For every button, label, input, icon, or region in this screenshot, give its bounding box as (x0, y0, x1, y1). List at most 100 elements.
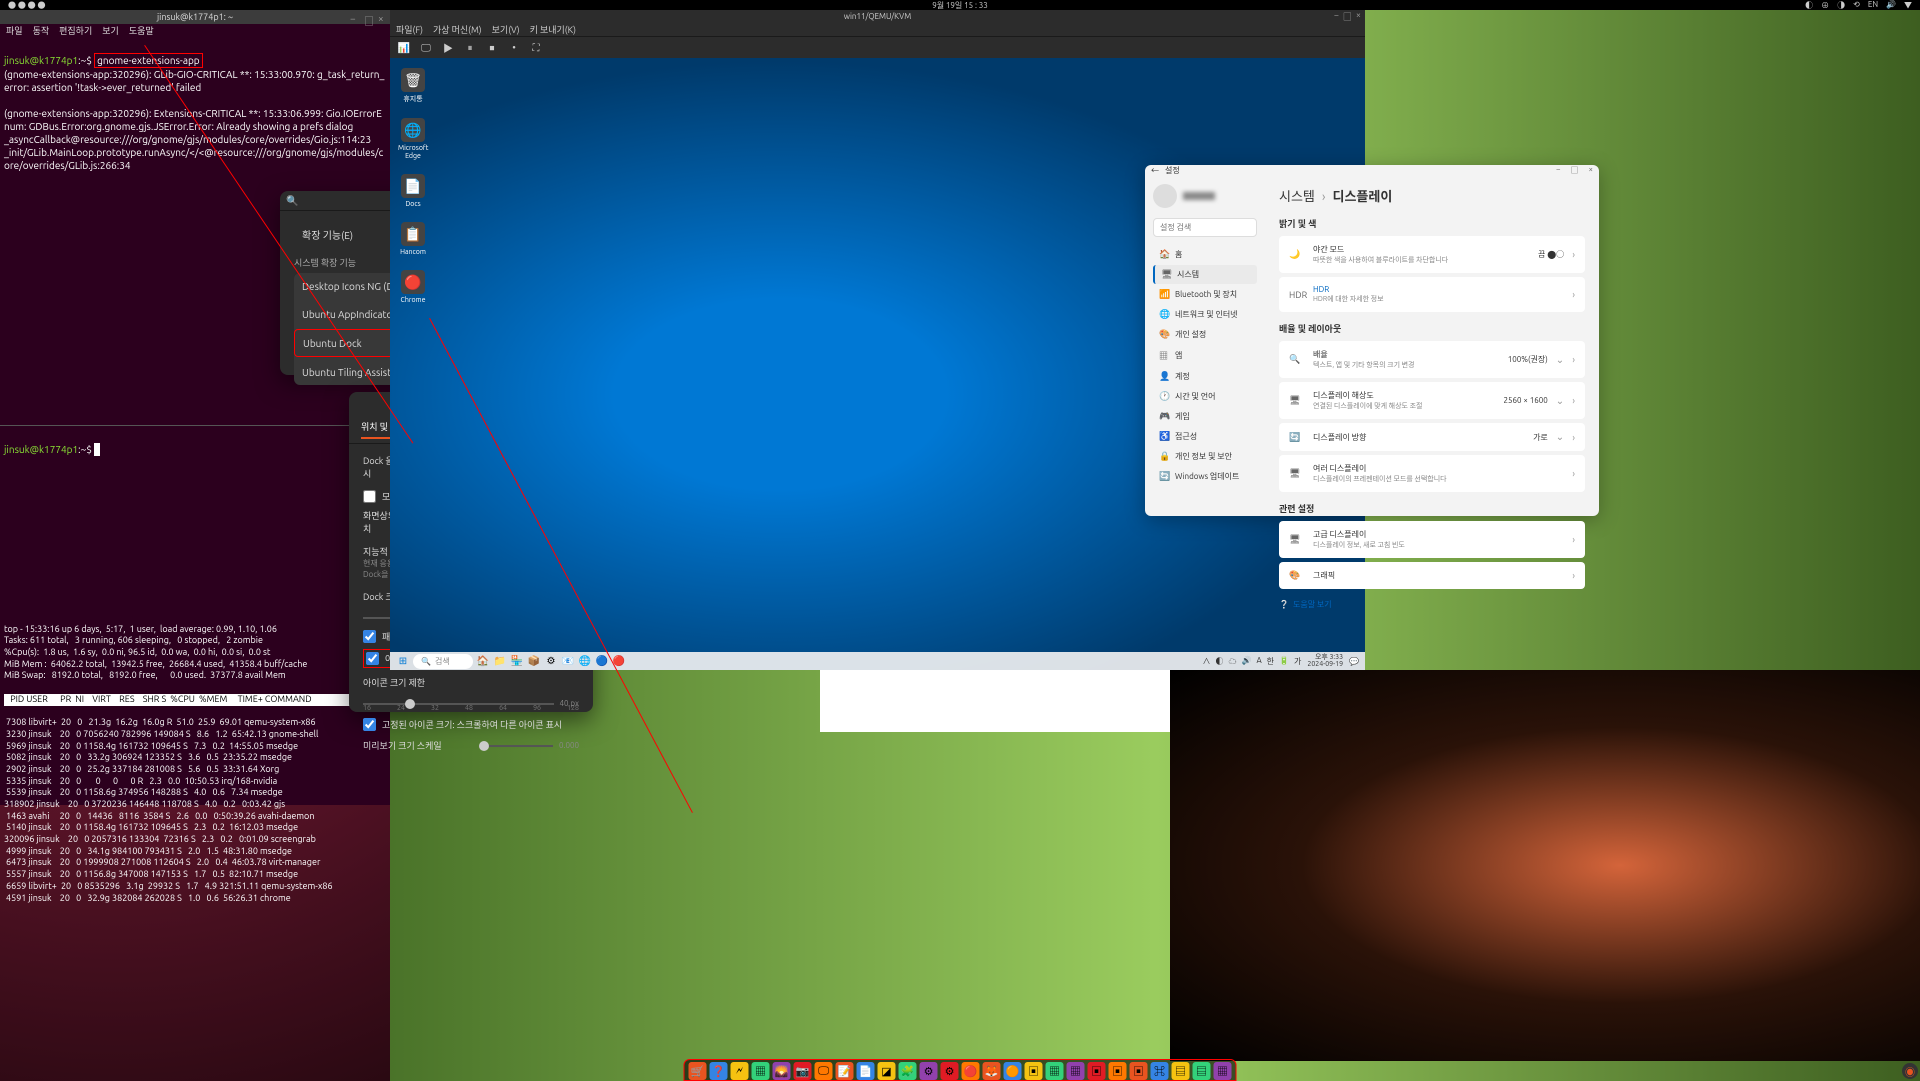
settings-nav-item[interactable]: 🔒개인 정보 및 보안 (1153, 447, 1257, 466)
fixed-icon-size-checkbox[interactable] (363, 718, 376, 731)
settings-nav-item[interactable]: ♿접근성 (1153, 427, 1257, 446)
dock-app-icon[interactable]: ▣ (1025, 1062, 1043, 1080)
taskbar-app-icon[interactable]: 🏠 (476, 654, 490, 668)
menu-action[interactable]: 동작 (33, 24, 50, 38)
all-monitors-checkbox[interactable] (363, 490, 376, 503)
tray-icon[interactable]: ☁ (1229, 656, 1237, 667)
taskbar-app-icon[interactable]: 📁 (493, 654, 507, 668)
settings-nav-item[interactable]: ▦앱 (1153, 345, 1257, 366)
dock-app-icon[interactable]: ⌘ (1151, 1062, 1169, 1080)
dock-app-icon[interactable]: ◪ (878, 1062, 896, 1080)
tray-icon[interactable]: 🔋 (1279, 656, 1289, 667)
dock-app-icon[interactable]: 🖵 (815, 1062, 833, 1080)
volume-icon[interactable]: 🔊 (1886, 0, 1896, 11)
close-icon[interactable]: × (1588, 165, 1593, 176)
tray-icon[interactable]: 가 (1294, 656, 1301, 667)
tray-icon[interactable]: ◐ (1805, 0, 1813, 11)
dock-app-icon[interactable]: 🧩 (899, 1062, 917, 1080)
dock-app-icon[interactable]: ▤ (1172, 1062, 1190, 1080)
user-profile[interactable]: ████ (1153, 184, 1257, 208)
settings-item[interactable]: 🎨그래픽› (1279, 562, 1585, 589)
input-lang[interactable]: EN (1868, 0, 1878, 11)
terminal-titlebar[interactable]: jinsuk@k1774p1: ~ − □ × (0, 10, 390, 24)
vm-menu-view[interactable]: 보기(V) (492, 23, 520, 36)
settings-nav-item[interactable]: 🌐네트워크 및 인터넷 (1153, 305, 1257, 324)
minimize-icon[interactable]: − (1334, 10, 1339, 23)
power-menu-icon[interactable]: ▼ (1904, 0, 1912, 11)
tray-icon[interactable]: ⟲ (1853, 0, 1860, 11)
minimize-icon[interactable]: − (1556, 165, 1561, 176)
terminal-pane-2[interactable]: jinsuk@k1774p1:~$ (0, 428, 390, 471)
settings-nav-item[interactable]: 👤계정 (1153, 367, 1257, 386)
vm-menu-machine[interactable]: 가상 머신(M) (433, 23, 482, 36)
vm-toolbar-btn[interactable]: 📊 (396, 40, 412, 56)
vm-toolbar-btn[interactable]: ⏸ (462, 40, 478, 56)
close-icon[interactable]: × (1356, 10, 1361, 23)
settings-item[interactable]: 🖥여러 디스플레이디스플레이의 프레젠테이션 모드를 선택합니다› (1279, 455, 1585, 492)
panel-mode-checkbox[interactable] (363, 630, 376, 643)
center-icons-checkbox[interactable] (366, 652, 379, 665)
dock-app-icon[interactable]: ⚙ (941, 1062, 959, 1080)
settings-item[interactable]: 🖥고급 디스플레이디스플레이 정보, 새로 고침 빈도› (1279, 521, 1585, 558)
settings-search-input[interactable] (1153, 218, 1257, 237)
dock-app-icon[interactable]: 🟠 (1004, 1062, 1022, 1080)
start-button[interactable]: ⊞ (396, 654, 410, 668)
desktop-icon[interactable]: 📋Hancom (398, 222, 428, 256)
taskbar-app-icon[interactable]: 📦 (527, 654, 541, 668)
tray-icon[interactable]: A (1256, 656, 1261, 667)
taskbar-app-icon[interactable]: ⚙ (544, 654, 558, 668)
dock-app-icon[interactable]: 📝 (836, 1062, 854, 1080)
settings-nav-item[interactable]: 🎨개인 설정 (1153, 325, 1257, 344)
dock-app-icon[interactable]: ▦ (1067, 1062, 1085, 1080)
taskbar-search[interactable]: 🔍 검색 (413, 654, 473, 669)
dock-app-icon[interactable]: 📄 (857, 1062, 875, 1080)
settings-nav-item[interactable]: 📶Bluetooth 및 장치 (1153, 285, 1257, 304)
setting-control[interactable]: 끔 ⬤○ (1538, 249, 1564, 260)
settings-titlebar[interactable]: ← 설정 − □ × (1145, 165, 1599, 176)
activities-dots[interactable]: ● ● ● ● (8, 0, 46, 11)
desktop-icon[interactable]: 📄Docs (398, 174, 428, 208)
desktop-icon[interactable]: 🌐Microsoft Edge (398, 118, 428, 160)
maximize-icon[interactable]: □ (1343, 10, 1352, 23)
vm-menu-sendkey[interactable]: 키 보내기(K) (530, 23, 576, 36)
dock-app-icon[interactable]: ❓ (710, 1062, 728, 1080)
vm-toolbar-btn[interactable]: ▶ (440, 40, 456, 56)
dock-app-icon[interactable]: ▣ (1109, 1062, 1127, 1080)
menu-help[interactable]: 도움말 (129, 24, 154, 38)
menu-edit[interactable]: 편집하기 (59, 24, 92, 38)
close-icon[interactable]: × (378, 13, 386, 21)
clock[interactable]: 9월 19일 15 : 33 (932, 0, 988, 11)
dock-app-icon[interactable]: 🌄 (773, 1062, 791, 1080)
vm-toolbar-btn[interactable]: ⏹ (484, 40, 500, 56)
tray-icon[interactable]: ⊕ (1821, 0, 1829, 11)
help-link[interactable]: ❔ 도움말 보기 (1279, 593, 1585, 616)
preview-scale-slider[interactable]: 0.000 (479, 741, 579, 750)
notification-icon[interactable]: 💬 (1349, 657, 1359, 666)
dock-app-icon[interactable]: 🗲 (731, 1062, 749, 1080)
dock-app-icon[interactable]: ▦ (752, 1062, 770, 1080)
taskbar-app-icon[interactable]: 📧 (561, 654, 575, 668)
settings-nav-item[interactable]: 🖥시스템 (1153, 265, 1257, 284)
taskbar-date[interactable]: 2024-09-19 (1307, 661, 1343, 668)
taskbar-app-icon[interactable]: 🔵 (595, 654, 609, 668)
vm-toolbar-btn[interactable]: 🖵 (418, 40, 434, 56)
tray-icon[interactable]: ◑ (1837, 0, 1845, 11)
vm-titlebar[interactable]: win11/QEMU/KVM − □ × (390, 10, 1365, 22)
dock-app-icon[interactable]: 🦊 (983, 1062, 1001, 1080)
tray-icon[interactable]: ∧ (1203, 656, 1211, 667)
dock-app-icon[interactable]: ▣ (1130, 1062, 1148, 1080)
settings-nav-item[interactable]: 🕐시간 및 언어 (1153, 387, 1257, 406)
dock-app-icon[interactable]: ▦ (1046, 1062, 1064, 1080)
minimize-icon[interactable]: − (350, 13, 358, 21)
settings-nav-item[interactable]: 🔄Windows 업데이트 (1153, 467, 1257, 486)
dock-app-icon[interactable]: ⚙ (920, 1062, 938, 1080)
maximize-icon[interactable]: □ (364, 13, 372, 21)
desktop-icon[interactable]: 🗑휴지통 (398, 68, 428, 104)
dock-app-icon[interactable]: 🛒 (689, 1062, 707, 1080)
dock-app-icon[interactable]: ▣ (1088, 1062, 1106, 1080)
dock-app-icon[interactable]: ▤ (1193, 1062, 1211, 1080)
settings-nav-item[interactable]: 🏠홈 (1153, 245, 1257, 264)
vm-toolbar-btn[interactable]: • (506, 40, 522, 56)
show-apps-corner[interactable]: ◉ (1902, 1063, 1918, 1079)
dock-app-icon[interactable]: ▦ (1214, 1062, 1232, 1080)
